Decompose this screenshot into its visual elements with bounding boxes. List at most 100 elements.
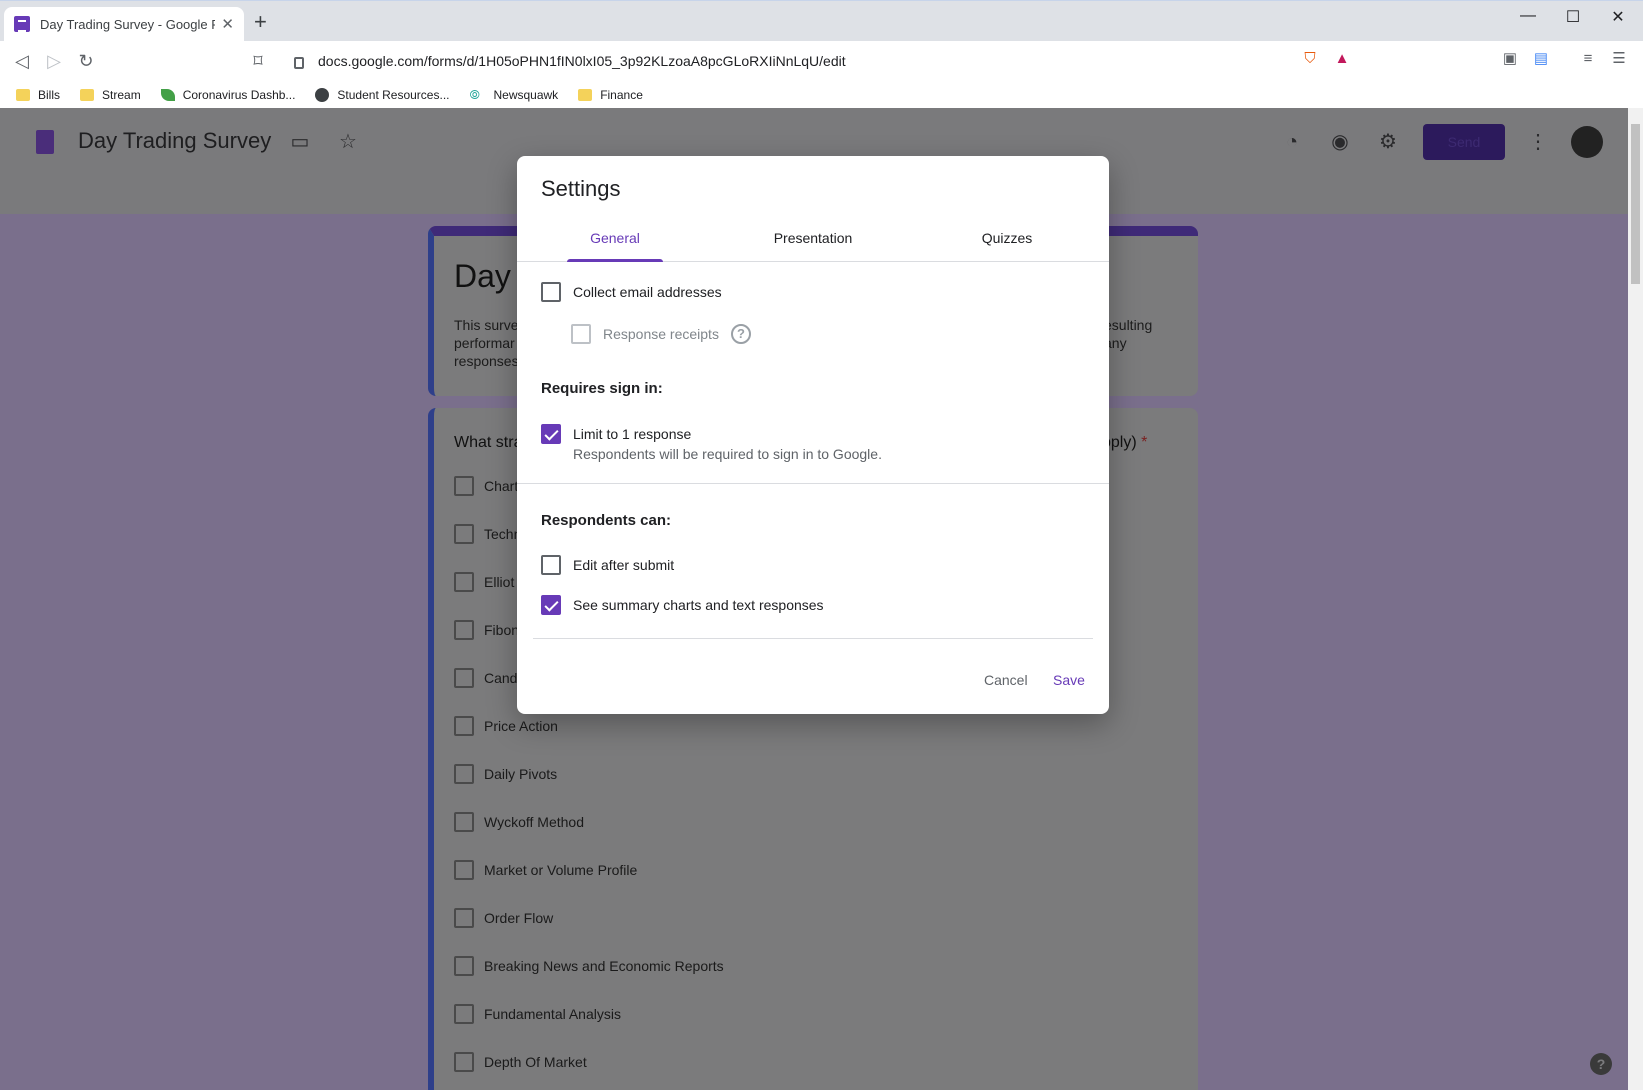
bookmark-bills[interactable]: Bills: [16, 88, 60, 102]
address-bar[interactable]: docs.google.com/forms/d/1H05oPHN1fIN0lxI…: [280, 45, 1363, 77]
option-item[interactable]: Cand: [454, 668, 517, 688]
checkbox[interactable]: [454, 1004, 474, 1024]
reload-icon[interactable]: ↻: [74, 49, 98, 73]
bookmark-icon[interactable]: ⌑: [246, 49, 270, 73]
section-divider: [517, 483, 1109, 484]
avatar[interactable]: [1571, 126, 1603, 158]
browser-tab[interactable]: Day Trading Survey - Google Form ✕: [4, 7, 244, 41]
footer-divider: [533, 638, 1093, 639]
help-icon[interactable]: ?: [1590, 1053, 1612, 1075]
form-description-left: This surve performar responses: [454, 317, 519, 369]
option-item[interactable]: Fibon: [454, 620, 519, 640]
scroll-thumb[interactable]: [1631, 124, 1640, 284]
collect-email-checkbox[interactable]: [541, 282, 561, 302]
checkbox[interactable]: [454, 524, 474, 544]
response-receipts-checkbox: [571, 324, 591, 344]
send-button[interactable]: Send: [1423, 124, 1505, 160]
option-item[interactable]: Depth Of Market: [454, 1052, 587, 1072]
response-receipts-option: Response receipts ?: [571, 324, 751, 344]
edit-after-submit-option[interactable]: Edit after submit: [541, 555, 674, 575]
see-summary-checkbox[interactable]: [541, 595, 561, 615]
translate-icon[interactable]: ▤: [1531, 49, 1551, 69]
folder-icon: [80, 89, 95, 101]
edit-after-submit-checkbox[interactable]: [541, 555, 561, 575]
checkbox[interactable]: [454, 716, 474, 736]
browser-toolbar: ◁ ▷ ↻ ⌑ docs.google.com/forms/d/1H05oPHN…: [0, 41, 1643, 81]
brave-rewards-icon[interactable]: ▲: [1332, 49, 1352, 69]
checkbox[interactable]: [454, 860, 474, 880]
forms-logo-icon[interactable]: [36, 130, 54, 154]
tab-strip: Day Trading Survey - Google Form ✕ + — ☐…: [0, 1, 1643, 41]
option-item[interactable]: Market or Volume Profile: [454, 860, 637, 880]
option-item[interactable]: Wyckoff Method: [454, 812, 584, 832]
checkbox[interactable]: [454, 812, 474, 832]
see-summary-option[interactable]: See summary charts and text responses: [541, 595, 824, 615]
back-icon[interactable]: ◁: [10, 49, 34, 73]
minimize-button[interactable]: —: [1513, 7, 1543, 25]
menu-icon[interactable]: ☰: [1609, 49, 1629, 69]
folder-icon: [16, 89, 30, 101]
globe-icon: [315, 88, 330, 102]
bookmark-finance[interactable]: Finance: [578, 88, 643, 102]
save-button[interactable]: Save: [1045, 666, 1093, 694]
folder-icon: [578, 89, 593, 101]
settings-gear-icon[interactable]: ⚙: [1376, 130, 1400, 154]
leaf-icon: [160, 89, 175, 101]
limit-response-description: Respondents will be required to sign in …: [573, 446, 882, 462]
option-item[interactable]: Techn: [454, 524, 521, 544]
bookmark-newsquawk[interactable]: ⦾ Newsquawk: [469, 87, 558, 103]
help-circle-icon[interactable]: ?: [730, 324, 751, 344]
url-text: docs.google.com/forms/d/1H05oPHN1fIN0lxI…: [318, 53, 846, 69]
page-scrollbar[interactable]: [1628, 108, 1643, 1090]
limit-response-label: Limit to 1 response: [573, 426, 692, 442]
option-item[interactable]: Daily Pivots: [454, 764, 557, 784]
brave-shield-icon[interactable]: ⛉: [1300, 49, 1320, 69]
form-card-title: Day: [454, 258, 511, 294]
checkbox[interactable]: [454, 956, 474, 976]
option-item[interactable]: Elliot: [454, 572, 514, 592]
respondents-can-heading: Respondents can:: [541, 512, 672, 529]
settings-tabs: General Presentation Quizzes: [517, 218, 1109, 262]
new-tab-button[interactable]: +: [254, 11, 267, 33]
form-title[interactable]: Day Trading Survey: [78, 128, 271, 154]
checkbox[interactable]: [454, 476, 474, 496]
tab-quizzes[interactable]: Quizzes: [967, 218, 1047, 262]
bookmark-student-resources[interactable]: Student Resources...: [315, 88, 449, 102]
limit-response-checkbox[interactable]: [541, 424, 561, 444]
tab-title: Day Trading Survey - Google Form: [40, 16, 216, 32]
collect-email-option[interactable]: Collect email addresses: [541, 282, 722, 302]
extension-icon[interactable]: ▣: [1500, 49, 1520, 69]
preview-eye-icon[interactable]: ◉: [1328, 130, 1352, 154]
tab-general[interactable]: General: [567, 218, 663, 262]
media-icon[interactable]: ≡: [1578, 49, 1598, 69]
response-receipts-label: Response receipts: [603, 326, 719, 342]
close-tab-icon[interactable]: ✕: [221, 15, 234, 33]
tab-presentation[interactable]: Presentation: [757, 218, 869, 262]
bookmark-coronavirus[interactable]: Coronavirus Dashb...: [160, 88, 295, 102]
limit-response-option[interactable]: Limit to 1 response Respondents will be …: [541, 424, 882, 464]
lock-icon: [294, 57, 304, 69]
form-description-right: esulting any: [1104, 317, 1153, 351]
checkbox[interactable]: [454, 668, 474, 688]
option-item[interactable]: Chart: [454, 476, 518, 496]
option-item[interactable]: Order Flow: [454, 908, 553, 928]
checkbox[interactable]: [454, 620, 474, 640]
palette-icon[interactable]: ◔: [1280, 130, 1304, 154]
star-icon[interactable]: ☆: [336, 130, 360, 154]
forward-icon[interactable]: ▷: [42, 49, 66, 73]
folder-icon[interactable]: ▭: [288, 130, 312, 154]
wave-icon: ⦾: [469, 87, 480, 102]
maximize-button[interactable]: ☐: [1558, 7, 1588, 27]
option-item[interactable]: Breaking News and Economic Reports: [454, 956, 724, 976]
option-item[interactable]: Fundamental Analysis: [454, 1004, 621, 1024]
bookmark-stream[interactable]: Stream: [80, 88, 141, 102]
required-marker: *: [1141, 434, 1148, 451]
close-window-button[interactable]: ✕: [1603, 7, 1633, 27]
checkbox[interactable]: [454, 572, 474, 592]
more-options-icon[interactable]: ⋮: [1526, 130, 1550, 154]
checkbox[interactable]: [454, 908, 474, 928]
checkbox[interactable]: [454, 1052, 474, 1072]
cancel-button[interactable]: Cancel: [976, 666, 1036, 694]
checkbox[interactable]: [454, 764, 474, 784]
option-item[interactable]: Price Action: [454, 716, 558, 736]
